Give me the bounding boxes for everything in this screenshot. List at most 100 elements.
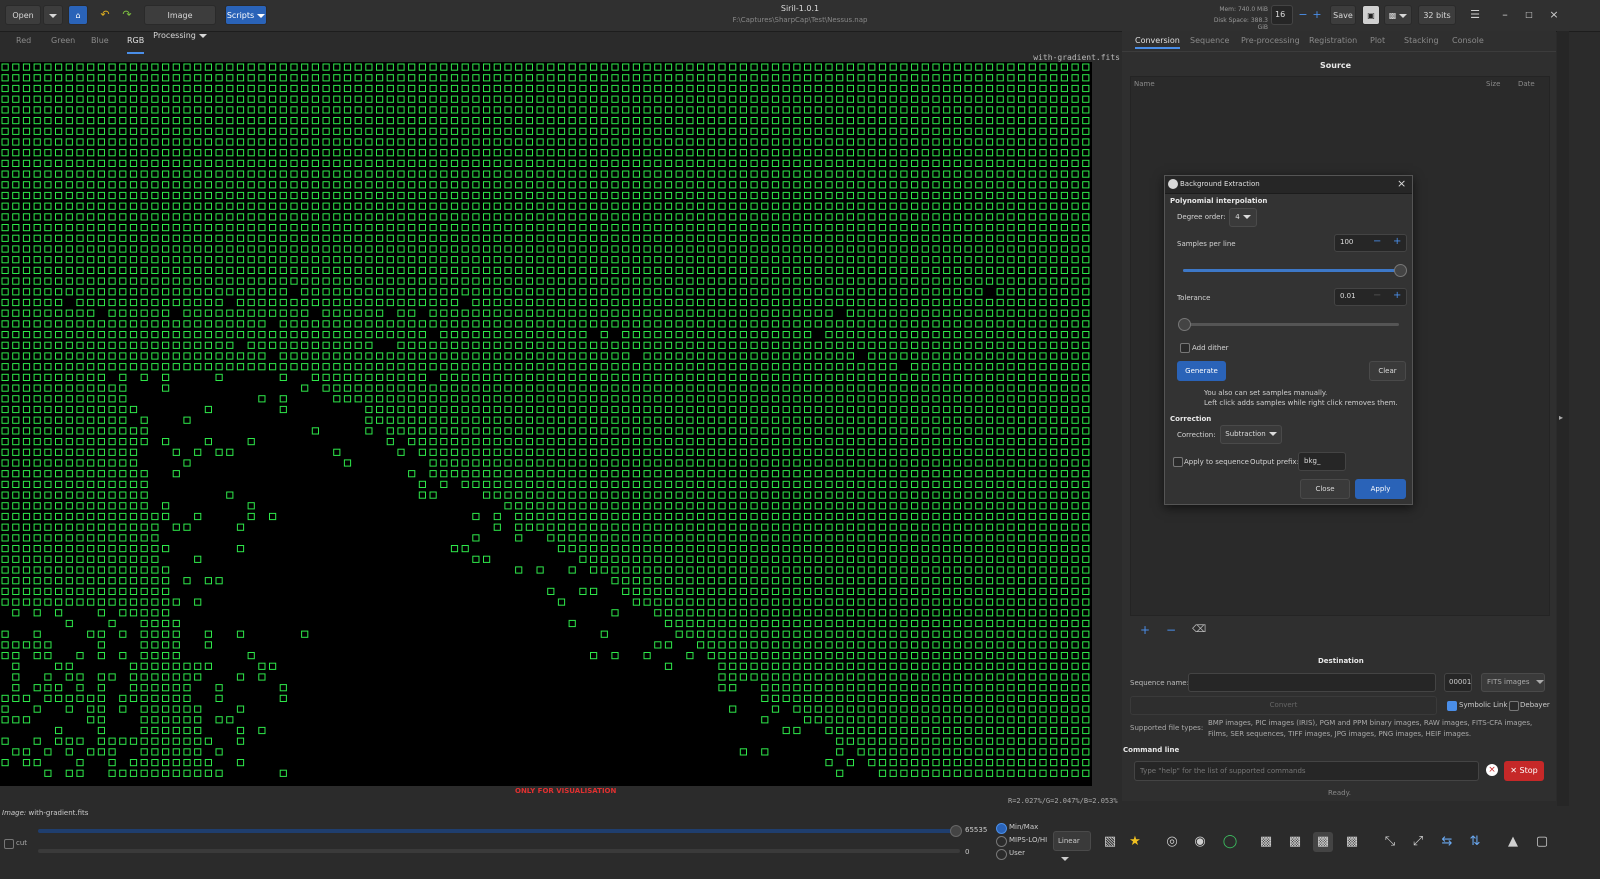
background-sample-box — [408, 352, 416, 360]
background-sample-box — [97, 181, 106, 189]
background-sample-box — [1071, 502, 1079, 510]
open-recent-dropdown[interactable] — [43, 5, 63, 25]
tab-green[interactable]: Green — [51, 36, 75, 50]
background-sample-box — [1028, 545, 1036, 553]
background-sample-box — [1060, 127, 1069, 135]
background-sample-box — [322, 245, 330, 253]
background-sample-box — [675, 630, 683, 638]
maximize-icon[interactable]: □ — [1520, 6, 1538, 24]
undo-icon[interactable]: ↶ — [96, 6, 114, 24]
background-sample-box — [1050, 395, 1058, 403]
background-sample-box — [376, 63, 384, 71]
background-sample-box — [162, 609, 170, 617]
background-sample-box — [547, 288, 555, 296]
background-sample-box — [483, 555, 491, 563]
background-sample-box — [857, 405, 865, 414]
image-canvas[interactable] — [0, 62, 1092, 786]
background-sample-box — [55, 127, 63, 135]
background-sample-box — [675, 587, 683, 595]
background-sample-box — [804, 331, 812, 339]
background-sample-box — [301, 149, 309, 157]
plus-icon[interactable]: + — [1308, 6, 1326, 24]
background-sample-box — [108, 277, 116, 285]
background-sample-box — [654, 384, 662, 392]
bit-depth-menu[interactable]: 32 bits — [1418, 5, 1456, 38]
background-sample-box — [536, 106, 544, 114]
background-sample-box — [365, 84, 373, 93]
hamburger-menu-icon[interactable]: ☰ — [1466, 6, 1484, 24]
close-window-icon[interactable]: × — [1545, 6, 1563, 24]
image-processing-menu[interactable]: Image Processing — [144, 5, 216, 40]
background-sample-box — [365, 245, 373, 253]
background-sample-box — [568, 395, 576, 403]
threads-input[interactable]: 16 — [1271, 5, 1293, 25]
tab-red[interactable]: Red — [16, 36, 31, 50]
background-sample-box — [686, 245, 694, 253]
background-sample-box — [87, 587, 95, 595]
background-sample-box — [729, 405, 737, 414]
background-sample-box — [397, 266, 405, 275]
redo-icon[interactable]: ↷ — [118, 6, 136, 24]
background-sample-box — [729, 641, 737, 649]
background-sample-box — [376, 245, 384, 253]
background-sample-box — [622, 512, 630, 521]
background-sample-box — [718, 438, 726, 446]
background-sample-box — [461, 95, 469, 103]
background-sample-box — [654, 181, 662, 189]
tab-blue[interactable]: Blue — [91, 36, 109, 50]
save-button[interactable]: Save — [1330, 5, 1356, 25]
background-sample-box — [782, 598, 790, 606]
background-sample-box — [761, 309, 769, 317]
minimize-icon[interactable]: – — [1496, 6, 1514, 24]
background-sample-box — [921, 405, 929, 414]
background-sample-box — [1050, 138, 1058, 146]
background-sample-box — [33, 523, 41, 531]
background-sample-box — [643, 309, 651, 317]
home-button[interactable]: ⌂ — [68, 5, 88, 25]
background-sample-box — [365, 170, 373, 178]
background-sample-box — [119, 331, 127, 339]
background-sample-box — [911, 438, 919, 446]
open-button[interactable]: Open — [5, 5, 41, 25]
background-sample-box — [654, 266, 662, 275]
background-sample-box — [1050, 512, 1058, 521]
background-sample-box — [290, 202, 298, 210]
background-sample-box — [846, 459, 854, 467]
background-sample-box — [932, 438, 940, 446]
background-sample-box — [301, 117, 309, 125]
background-sample-box — [418, 117, 426, 125]
background-sample-box — [515, 138, 523, 146]
background-sample-box — [611, 384, 619, 392]
scripts-menu[interactable]: Scripts — [225, 5, 267, 25]
snapshot-icon[interactable]: ▣ — [1362, 5, 1380, 25]
background-sample-box — [825, 641, 833, 649]
background-sample-box — [1071, 341, 1079, 349]
background-sample-box — [247, 363, 255, 371]
background-sample-box — [932, 598, 940, 606]
background-sample-box — [450, 352, 459, 360]
background-sample-box — [236, 159, 245, 168]
background-sample-box — [739, 598, 747, 606]
background-sample-box — [1050, 256, 1058, 264]
background-sample-box — [664, 352, 673, 360]
background-sample-box — [108, 213, 116, 221]
background-sample-box — [600, 427, 608, 435]
background-sample-box — [793, 363, 801, 371]
tab-rgb[interactable]: RGB — [127, 36, 145, 54]
background-sample-box — [1028, 395, 1036, 403]
background-sample-box — [590, 341, 598, 349]
background-sample-box — [611, 213, 619, 221]
background-sample-box — [953, 256, 961, 264]
background-sample-box — [1060, 523, 1069, 531]
background-sample-box — [140, 480, 148, 488]
background-sample-box — [44, 117, 52, 125]
background-sample-box — [108, 577, 116, 585]
screenshot-menu[interactable]: ▩ — [1384, 5, 1412, 25]
background-sample-box — [889, 534, 897, 542]
background-sample-box — [183, 159, 191, 168]
background-sample-box — [911, 641, 919, 649]
background-sample-box — [729, 331, 737, 339]
background-sample-box — [354, 159, 362, 168]
background-sample-box — [172, 117, 180, 125]
background-sample-box — [1071, 587, 1079, 595]
